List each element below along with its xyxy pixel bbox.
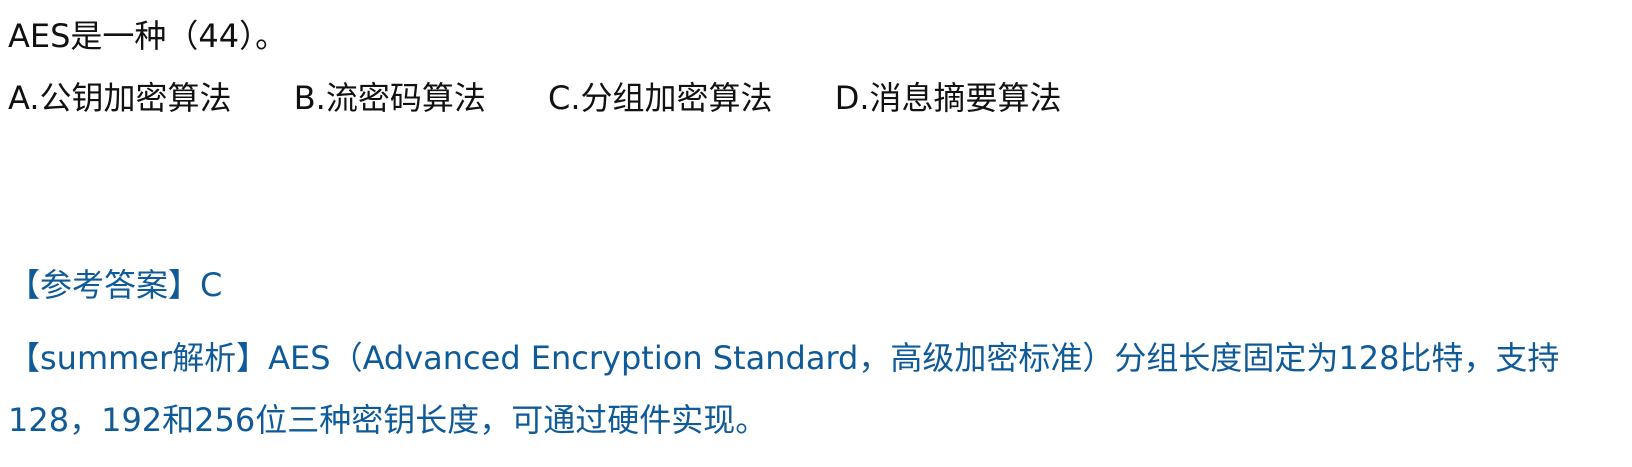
option-c: C.分组加密算法 bbox=[548, 79, 773, 117]
option-b: B.流密码算法 bbox=[293, 79, 486, 117]
explanation-text: 【summer解析】AES（Advanced Encryption Standa… bbox=[8, 339, 1560, 439]
question-text: AES是一种（44）。 bbox=[8, 17, 288, 55]
options-list: A.公钥加密算法 B.流密码算法 C.分组加密算法 D.消息摘要算法 bbox=[8, 78, 1114, 118]
option-a: A.公钥加密算法 bbox=[8, 79, 232, 117]
reference-answer: 【参考答案】C bbox=[8, 266, 223, 304]
option-d: D.消息摘要算法 bbox=[834, 79, 1062, 117]
